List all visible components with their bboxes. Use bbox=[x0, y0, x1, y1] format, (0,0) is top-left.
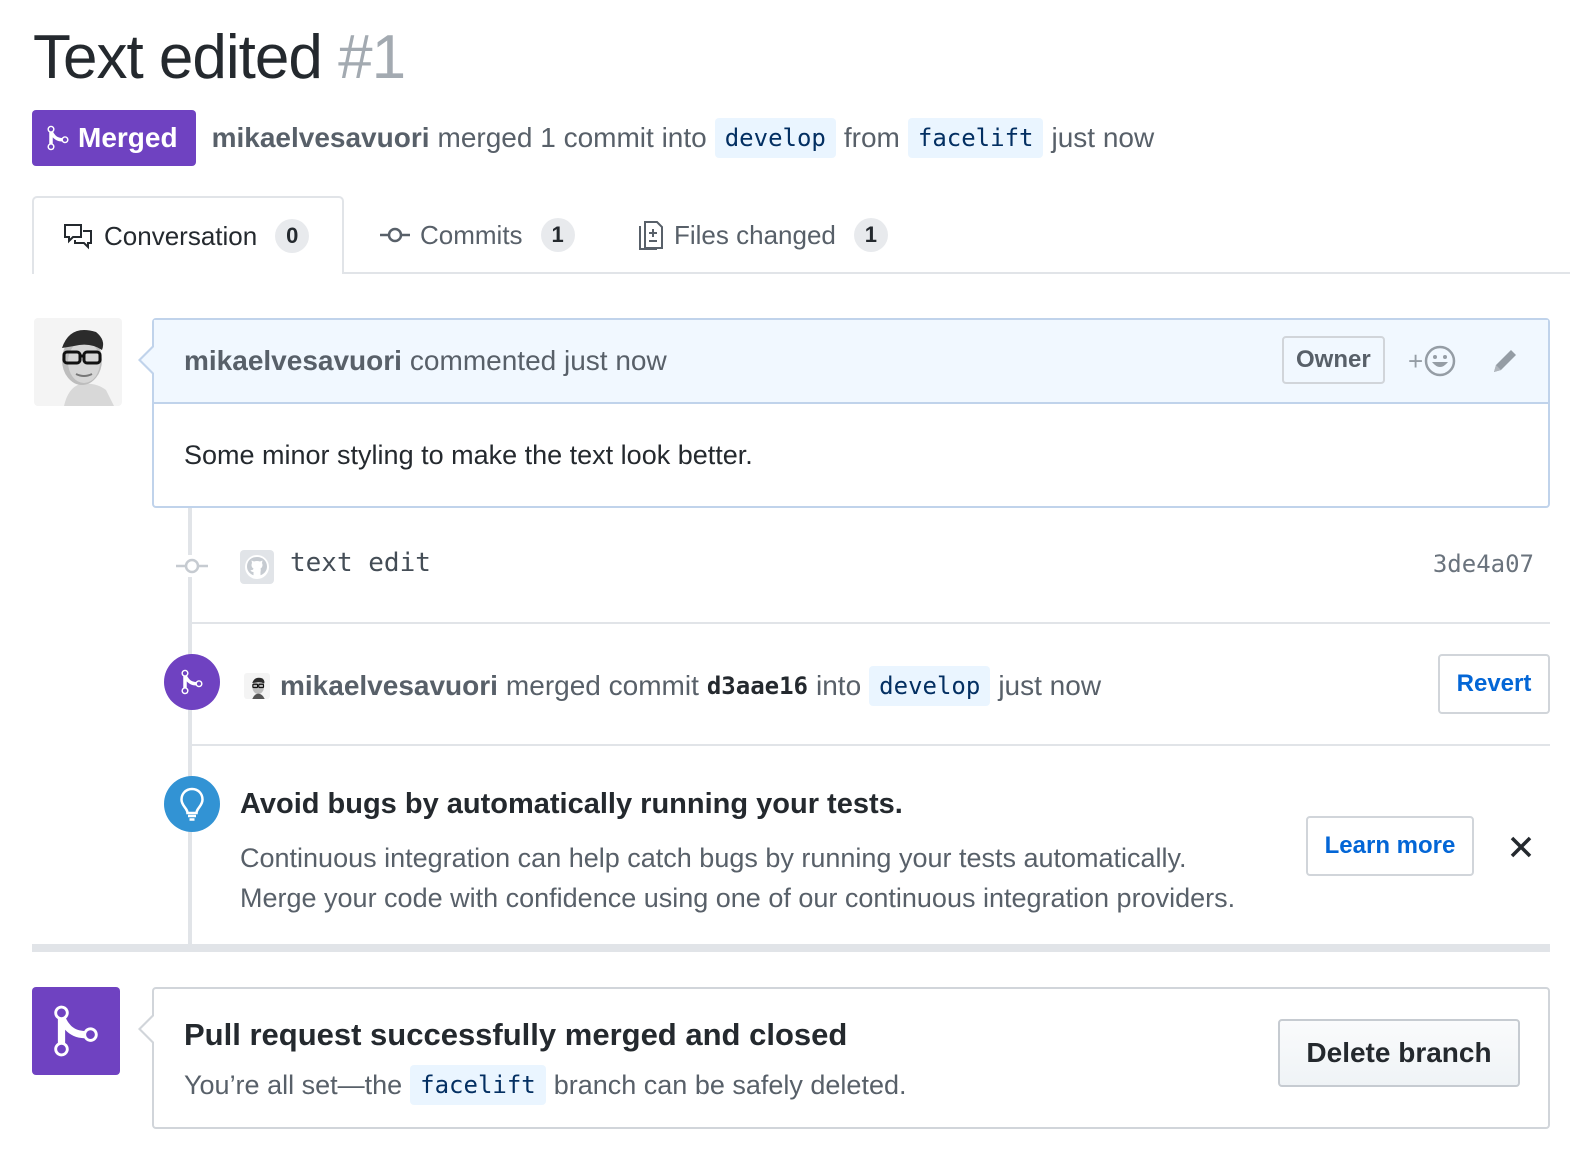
merge-event-badge bbox=[164, 654, 220, 710]
close-icon bbox=[1510, 836, 1532, 858]
edit-comment-button[interactable] bbox=[1490, 346, 1520, 383]
summary-from: from bbox=[843, 122, 900, 153]
pr-title: Text edited bbox=[33, 23, 323, 92]
commits-count: 1 bbox=[540, 218, 575, 252]
light-bulb-icon bbox=[180, 787, 204, 821]
tab-label: Files changed bbox=[674, 219, 836, 250]
user-avatar-image bbox=[34, 318, 122, 406]
merge-commit-sha-link[interactable]: d3aae16 bbox=[707, 672, 808, 700]
conversation-count: 0 bbox=[275, 219, 310, 253]
timeline-end-divider bbox=[32, 944, 1550, 952]
comment-box: mikaelvesavuori commented just now Owner… bbox=[138, 318, 1550, 508]
comment-discussion-icon bbox=[64, 224, 92, 250]
tab-files-changed[interactable]: Files changed 1 bbox=[638, 196, 888, 274]
ci-tip-line: Continuous integration can help catch bu… bbox=[240, 843, 1187, 873]
revert-button[interactable]: Revert bbox=[1438, 654, 1550, 714]
page-title: Text edited #1 bbox=[33, 22, 406, 93]
merged-status-text: You’re all set—the facelift branch can b… bbox=[184, 1065, 906, 1105]
tab-label: Conversation bbox=[104, 220, 258, 251]
divider bbox=[192, 622, 1550, 624]
file-diff-icon bbox=[639, 221, 663, 250]
comment-action: commented just now bbox=[409, 345, 667, 376]
merge-time: just now bbox=[998, 670, 1102, 701]
avatar[interactable] bbox=[244, 673, 270, 699]
comment-author-link[interactable]: mikaelvesavuori bbox=[184, 345, 402, 377]
state-label: Merged bbox=[78, 122, 178, 153]
ci-tip-description: Continuous integration can help catch bu… bbox=[240, 838, 1235, 918]
commit-sha-link[interactable]: 3de4a07 bbox=[1433, 550, 1534, 578]
merged-status-title: Pull request successfully merged and clo… bbox=[184, 1017, 848, 1052]
merged-status-badge bbox=[32, 987, 120, 1075]
git-merge-icon bbox=[47, 125, 69, 151]
deletable-branch[interactable]: facelift bbox=[410, 1065, 546, 1105]
merged-text-before: You’re all set—the bbox=[184, 1069, 403, 1100]
pr-tabs: Conversation 0 Commits 1 Files changed 1 bbox=[32, 196, 1570, 276]
ci-tip-title: Avoid bugs by automatically running your… bbox=[240, 788, 903, 820]
git-commit-icon bbox=[380, 227, 410, 243]
commit-message-link[interactable]: text edit bbox=[290, 548, 431, 578]
divider bbox=[192, 744, 1550, 746]
reaction-plus: + bbox=[1408, 345, 1424, 376]
git-merge-icon bbox=[181, 669, 203, 695]
base-branch[interactable]: develop bbox=[714, 118, 836, 158]
pr-number: #1 bbox=[338, 23, 406, 92]
owner-badge: Owner bbox=[1282, 336, 1385, 384]
summary-text: merged 1 commit into bbox=[437, 122, 707, 153]
git-merge-icon bbox=[54, 1005, 98, 1057]
avatar[interactable] bbox=[34, 318, 122, 406]
merged-state-badge: Merged bbox=[32, 110, 196, 166]
pr-summary: Merged mikaelvesavuori merged 1 commit i… bbox=[32, 110, 1154, 166]
merge-author-link[interactable]: mikaelvesavuori bbox=[280, 670, 498, 702]
smiley-icon bbox=[1424, 345, 1456, 377]
comment-header: mikaelvesavuori commented just now Owner… bbox=[154, 320, 1548, 404]
commit-item: text edit 3de4a07 bbox=[176, 538, 1550, 594]
comment-body: Some minor styling to make the text look… bbox=[184, 440, 753, 470]
files-changed-count: 1 bbox=[853, 218, 888, 252]
merged-status-box: Pull request successfully merged and clo… bbox=[138, 987, 1550, 1129]
git-commit-icon bbox=[176, 555, 208, 577]
pr-author-link[interactable]: mikaelvesavuori bbox=[212, 122, 430, 154]
octocat-icon bbox=[245, 555, 269, 579]
tab-commits[interactable]: Commits 1 bbox=[380, 196, 575, 274]
delete-branch-button[interactable]: Delete branch bbox=[1278, 1019, 1520, 1087]
head-branch[interactable]: facelift bbox=[907, 118, 1044, 158]
merge-event-text: mikaelvesavuori merged commit d3aae16 in… bbox=[244, 664, 1101, 708]
ci-tip-badge bbox=[164, 776, 220, 832]
merged-text-after: branch can be safely deleted. bbox=[553, 1069, 907, 1100]
tab-label: Commits bbox=[420, 219, 523, 250]
dismiss-tip-button[interactable] bbox=[1508, 834, 1534, 865]
summary-time: just now bbox=[1051, 122, 1155, 153]
pencil-icon bbox=[1494, 350, 1516, 372]
tab-conversation[interactable]: Conversation 0 bbox=[32, 196, 344, 276]
merge-action: merged commit bbox=[505, 670, 699, 701]
user-avatar-image bbox=[244, 673, 270, 699]
add-reaction-button[interactable]: + bbox=[1408, 344, 1457, 378]
merge-into: into bbox=[816, 670, 862, 701]
merge-base-branch[interactable]: develop bbox=[869, 666, 991, 706]
ci-tip-line: Merge your code with confidence using on… bbox=[240, 883, 1236, 913]
commit-author-avatar[interactable] bbox=[240, 550, 274, 584]
learn-more-button[interactable]: Learn more bbox=[1306, 816, 1474, 876]
